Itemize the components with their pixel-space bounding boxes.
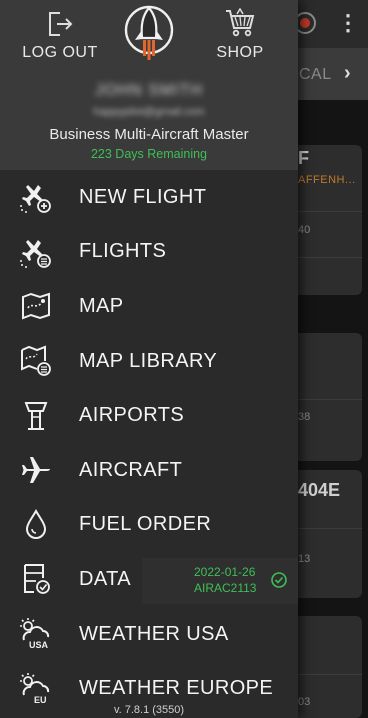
shop-cart-icon (226, 8, 255, 37)
card-title: 404E (298, 480, 341, 500)
navigation-drawer: LOG OUT SHOP JOHN SMITH happypilot@gmail… (0, 0, 298, 718)
menu-label: FLIGHTS (79, 240, 167, 263)
card-subtitle: AFFENH... (298, 174, 356, 186)
menu-item-map-library[interactable]: MAP LIBRARY (0, 334, 298, 389)
user-email: happypilot@gmail.com (93, 106, 205, 118)
menu-item-data[interactable]: DATA 2022-01-26 AIRAC2113 (0, 552, 298, 607)
menu-item-weather-usa[interactable]: USA WEATHER USA (0, 607, 298, 662)
menu-label: DATA (79, 567, 131, 590)
user-name: JOHN SMITH (95, 82, 203, 99)
menu-label: WEATHER USA (79, 622, 229, 645)
data-cycle: AIRAC2113 (194, 581, 257, 596)
flights-icon (18, 234, 54, 270)
menu-label: FUEL ORDER (79, 513, 212, 536)
data-status-badge: 2022-01-26 AIRAC2113 (142, 558, 298, 605)
card-value: 38 (298, 411, 311, 423)
shop-label: SHOP (216, 44, 264, 61)
airplane-icon (18, 452, 54, 488)
menu-item-flights[interactable]: FLIGHTS (0, 225, 298, 280)
card-value: 03 (298, 696, 311, 708)
menu-label: WEATHER EUROPE (79, 677, 274, 700)
check-circle-icon (271, 572, 287, 588)
subscription-plan: Business Multi-Aircraft Master (49, 126, 249, 143)
airport-tower-icon (18, 398, 54, 434)
card-value: 13 (298, 553, 311, 565)
drawer-menu: NEW FLIGHT FLIGHTS MAP MAP LIBRARY AIRPO… (0, 170, 298, 716)
app-logo (124, 5, 174, 60)
logout-label: LOG OUT (22, 44, 98, 61)
fuel-drop-icon (18, 507, 54, 543)
map-icon (18, 288, 54, 324)
menu-item-fuel-order[interactable]: FUEL ORDER (0, 498, 298, 553)
menu-label: NEW FLIGHT (79, 185, 207, 208)
menu-item-airports[interactable]: AIRPORTS (0, 388, 298, 443)
menu-item-aircraft[interactable]: AIRCRAFT (0, 443, 298, 498)
app-version: v. 7.8.1 (3550) (113, 704, 185, 716)
weather-usa-icon: USA (18, 616, 54, 652)
days-remaining: 223 Days Remaining (90, 147, 208, 161)
menu-label: AIRCRAFT (79, 458, 183, 481)
logout-icon (49, 12, 73, 36)
weather-eu-icon: EU (18, 671, 54, 707)
shop-button[interactable]: SHOP (208, 8, 272, 62)
card-value: 40 (298, 224, 311, 236)
menu-item-map[interactable]: MAP (0, 279, 298, 334)
chevron-right-icon[interactable]: › (344, 62, 351, 85)
map-library-icon (18, 343, 54, 379)
data-date: 2022-01-26 (194, 565, 256, 580)
data-icon (18, 561, 54, 597)
menu-label: MAP LIBRARY (79, 349, 218, 372)
new-flight-icon (18, 179, 54, 215)
logout-button[interactable]: LOG OUT (18, 8, 102, 62)
menu-label: AIRPORTS (79, 404, 185, 427)
svg-text:USA: USA (29, 640, 49, 650)
card-title: F (298, 148, 309, 168)
menu-item-new-flight[interactable]: NEW FLIGHT (0, 170, 298, 225)
drawer-header: LOG OUT SHOP JOHN SMITH happypilot@gmail… (0, 0, 298, 170)
menu-label: MAP (79, 294, 124, 317)
more-options-icon[interactable]: ⋮ (337, 10, 359, 36)
